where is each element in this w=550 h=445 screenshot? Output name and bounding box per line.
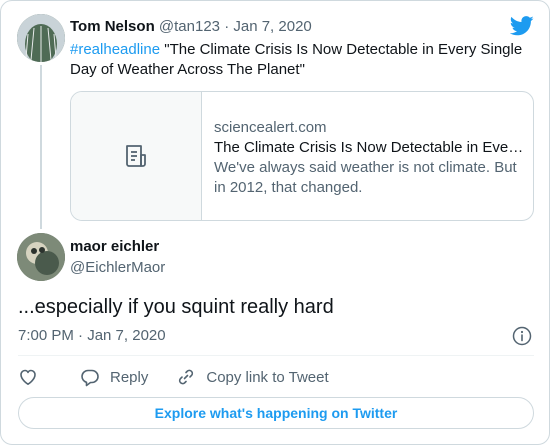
explore-twitter-button[interactable]: Explore what's happening on Twitter	[18, 397, 534, 429]
tweet-text: ...especially if you squint really hard	[18, 296, 334, 318]
author-name[interactable]: Tom Nelson	[70, 18, 155, 35]
tweet-actions-bar: Reply Copy link to Tweet	[18, 367, 357, 387]
tweet-date[interactable]: Jan 7, 2020	[233, 18, 311, 35]
link-description: We've always said weather is not climate…	[214, 159, 517, 196]
link-preview-card[interactable]: sciencealert.com The Climate Crisis Is N…	[70, 91, 534, 221]
link-title: The Climate Crisis Is Now Detectable in …	[214, 139, 524, 156]
copy-link-button[interactable]: Copy link to Tweet	[176, 367, 329, 387]
document-icon	[126, 145, 146, 167]
quoted-tweet-header: Tom Nelson @tan123 · Jan 7, 2020	[70, 18, 312, 36]
copy-link-label: Copy link to Tweet	[206, 368, 329, 386]
link-thumbnail	[71, 92, 202, 220]
tweet-embed-card: Tom Nelson @tan123 · Jan 7, 2020 #realhe…	[0, 0, 550, 445]
tweet-author-handle[interactable]: @EichlerMaor	[70, 259, 165, 277]
actions-divider	[18, 355, 534, 356]
author-handle[interactable]: @tan123	[159, 18, 220, 35]
reply-icon	[81, 369, 99, 387]
header-separator: ·	[224, 18, 230, 35]
twitter-bird-icon[interactable]	[510, 16, 534, 36]
thread-connector-line	[40, 65, 42, 229]
reply-label: Reply	[110, 368, 149, 386]
like-button[interactable]	[18, 367, 38, 387]
tweet-author-name[interactable]: maor eichler	[70, 238, 159, 256]
reply-button[interactable]: Reply	[80, 367, 148, 387]
link-text-block: sciencealert.com The Climate Crisis Is N…	[214, 118, 524, 198]
heart-icon	[20, 369, 36, 385]
link-domain: sciencealert.com	[214, 119, 327, 136]
quoted-tweet-text: #realheadline "The Climate Crisis Is Now…	[70, 40, 530, 80]
info-icon[interactable]	[512, 326, 532, 346]
avatar-maor-eichler[interactable]	[17, 233, 65, 281]
link-icon	[179, 369, 194, 385]
avatar-tom-nelson[interactable]	[17, 14, 65, 62]
tweet-timestamp[interactable]: 7:00 PM · Jan 7, 2020	[18, 327, 166, 345]
hashtag-link[interactable]: #realheadline	[70, 41, 160, 58]
